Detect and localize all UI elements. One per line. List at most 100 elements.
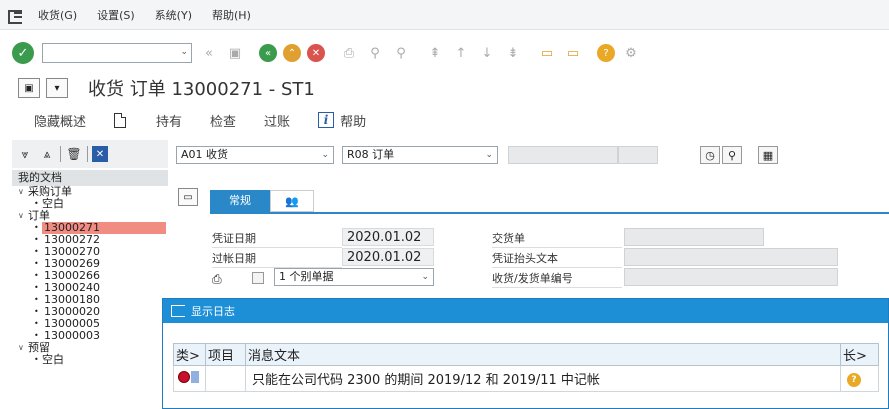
- execute-icon[interactable]: ◷: [700, 146, 720, 164]
- bill-of-lading-label: 收货/发货单编号: [492, 270, 622, 288]
- collapse-all-icon[interactable]: ⩓: [38, 145, 56, 163]
- new-session-icon[interactable]: ▭: [537, 43, 557, 63]
- command-field[interactable]: ⌄: [42, 43, 192, 63]
- print-icon[interactable]: ⎙: [339, 43, 359, 63]
- bullet-icon: •: [34, 283, 39, 292]
- overview-toolbar: ⩔ ⩓ 🗑 ✕: [12, 140, 168, 168]
- doc-date-label: 凭证日期: [212, 230, 342, 248]
- document-overview-panel: ⩔ ⩓ 🗑 ✕ 我的文档 ∨ 采购订单 • 空白 ∨ 订单 • 13000271 • 13…: [12, 140, 168, 409]
- col-type[interactable]: 类>: [173, 343, 206, 366]
- doc-date-field[interactable]: 2020.01.02: [342, 228, 434, 246]
- message-cell: 只能在公司代码 2300 的期间 2019/12 和 2019/11 中记帐: [245, 365, 841, 392]
- hide-overview-button[interactable]: 隐藏概述: [34, 111, 86, 130]
- bullet-icon: •: [34, 247, 39, 256]
- chevron-down-icon[interactable]: ∨: [18, 186, 28, 198]
- bullet-icon: •: [34, 319, 39, 328]
- settings-icon[interactable]: ⚙: [621, 43, 641, 63]
- back-icon[interactable]: «: [199, 43, 219, 63]
- last-page-icon[interactable]: ⇟: [503, 43, 523, 63]
- log-table: 类> 项目 消息文本 长> 只能在公司代码 2300 的期间 2019/12 和…: [173, 343, 879, 392]
- transaction-select[interactable]: A01 收货 ⌄: [176, 146, 334, 164]
- overview-toggle-icon[interactable]: ▣: [18, 78, 40, 98]
- print-checkbox[interactable]: [252, 272, 264, 284]
- reference-item-input[interactable]: [618, 146, 658, 164]
- check-button[interactable]: 检查: [210, 111, 236, 130]
- bill-of-lading-field[interactable]: [624, 268, 838, 286]
- find-icon[interactable]: ⚲: [722, 146, 742, 164]
- log-icon: [171, 305, 185, 317]
- tree-leaf[interactable]: • 空白: [12, 354, 168, 366]
- tab-strip: ▭ 常规 👥: [174, 184, 889, 214]
- menu-bar: 收货(G) 设置(S) 系统(Y) 帮助(H): [0, 0, 889, 30]
- dialog-title-bar: 显示日志: [163, 299, 888, 323]
- close-icon[interactable]: ✕: [92, 146, 108, 162]
- calculator-icon[interactable]: ▦: [758, 146, 778, 164]
- slip-select[interactable]: 1 个别单据 ⌄: [274, 268, 434, 286]
- tree-node[interactable]: ∨ 采购订单: [12, 186, 168, 198]
- back-green-icon[interactable]: «: [259, 44, 277, 62]
- document-tree: ∨ 采购订单 • 空白 ∨ 订单 • 13000271 • 13000272 • 13000…: [12, 186, 168, 366]
- next-page-icon[interactable]: ↓: [477, 43, 497, 63]
- post-button[interactable]: 过账: [264, 111, 290, 130]
- people-icon: 👥: [285, 195, 299, 208]
- ok-icon[interactable]: ✓: [12, 42, 34, 64]
- delivery-note-field[interactable]: [624, 228, 764, 246]
- menu-goods-receipt[interactable]: 收货(G): [38, 7, 77, 23]
- tab-partner[interactable]: 👥: [270, 190, 314, 212]
- bullet-icon: •: [34, 307, 39, 316]
- bullet-icon: •: [34, 271, 39, 280]
- help-button[interactable]: i 帮助: [318, 111, 366, 130]
- document-icon: [114, 112, 127, 128]
- dropdown-small-icon[interactable]: ▾: [46, 78, 68, 98]
- menu-system[interactable]: 系统(Y): [155, 7, 192, 23]
- find-icon[interactable]: ⚲: [365, 43, 385, 63]
- delivery-note-label: 交货单: [492, 230, 622, 248]
- chevron-down-icon[interactable]: ⌄: [321, 147, 329, 163]
- type-cell: [173, 365, 206, 392]
- bullet-icon: •: [34, 223, 39, 232]
- command-input[interactable]: [43, 44, 175, 62]
- bullet-icon: •: [34, 259, 39, 268]
- menu-help[interactable]: 帮助(H): [212, 7, 251, 23]
- info-icon: i: [318, 112, 335, 128]
- shortcut-icon[interactable]: ▭: [563, 43, 583, 63]
- help-icon[interactable]: ?: [847, 372, 861, 387]
- chevron-down-icon[interactable]: ∨: [18, 342, 28, 354]
- menu-icon[interactable]: [8, 8, 24, 24]
- hold-button[interactable]: 持有: [156, 111, 182, 130]
- error-icon: [178, 370, 200, 384]
- tab-general[interactable]: 常规: [210, 190, 270, 212]
- tree-node[interactable]: ∨ 预留: [12, 342, 168, 354]
- header-toggle-icon[interactable]: ▭: [178, 188, 198, 206]
- reference-number-input[interactable]: [508, 146, 618, 164]
- chevron-down-icon[interactable]: ⌄: [421, 269, 429, 285]
- title-bar: ▣ ▾ 收货 订单 13000271 - ST1: [0, 72, 889, 104]
- first-page-icon[interactable]: ⇞: [425, 43, 445, 63]
- exit-icon[interactable]: ⌃: [283, 44, 301, 62]
- chevron-down-icon[interactable]: ∨: [18, 210, 28, 222]
- page-title: 收货 订单 13000271 - ST1: [88, 79, 315, 100]
- standard-toolbar: ✓ ⌄ « ▣ « ⌃ ✕ ⎙ ⚲ ⚲ ⇞ ↑ ↓ ⇟ ▭ ▭ ? ⚙: [0, 36, 889, 70]
- col-message[interactable]: 消息文本: [245, 343, 841, 366]
- post-date-field[interactable]: 2020.01.02: [342, 248, 434, 266]
- prev-page-icon[interactable]: ↑: [451, 43, 471, 63]
- col-long-text[interactable]: 长>: [840, 343, 879, 366]
- expand-all-icon[interactable]: ⩔: [16, 145, 34, 163]
- find-next-icon[interactable]: ⚲: [391, 43, 411, 63]
- long-text-cell[interactable]: ?: [840, 365, 879, 392]
- table-row[interactable]: 只能在公司代码 2300 的期间 2019/12 和 2019/11 中记帐 ?: [173, 365, 879, 392]
- post-date-label: 过帐日期: [212, 250, 342, 268]
- help-icon[interactable]: ?: [597, 44, 615, 62]
- col-item[interactable]: 项目: [205, 343, 246, 366]
- header-text-field[interactable]: [624, 248, 838, 266]
- menu-settings[interactable]: 设置(S): [97, 7, 135, 23]
- delete-icon[interactable]: 🗑: [65, 145, 83, 163]
- chevron-down-icon[interactable]: ⌄: [485, 147, 493, 163]
- chevron-down-icon[interactable]: ⌄: [180, 47, 188, 57]
- reference-select[interactable]: R08 订单 ⌄: [342, 146, 498, 164]
- application-toolbar: 隐藏概述 持有 检查 过账 i 帮助: [0, 104, 889, 136]
- cancel-icon[interactable]: ✕: [307, 44, 325, 62]
- new-document-button[interactable]: [114, 112, 128, 128]
- item-cell: [205, 365, 246, 392]
- save-icon[interactable]: ▣: [225, 43, 245, 63]
